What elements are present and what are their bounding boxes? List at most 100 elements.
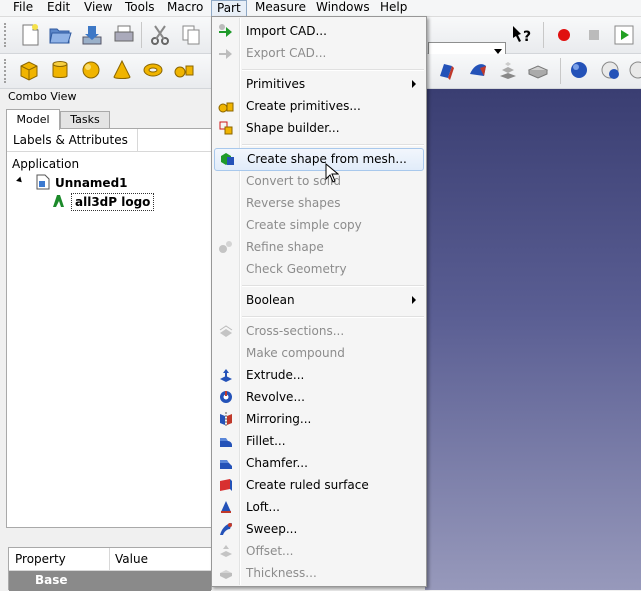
menu-item-create-shape-from-mesh[interactable]: Create shape from mesh... xyxy=(214,148,424,171)
extrude-toolbar-icon[interactable] xyxy=(434,58,458,82)
tab-tasks[interactable]: Tasks xyxy=(60,111,110,128)
offset-icon xyxy=(220,545,232,557)
toolbar-grip[interactable] xyxy=(4,23,9,47)
menu-separator xyxy=(242,69,424,71)
property-group-base[interactable]: Base xyxy=(9,571,211,591)
thickness-icon xyxy=(220,570,232,579)
open-folder-icon[interactable] xyxy=(48,23,72,47)
menu-item-label: Extrude... xyxy=(246,368,305,382)
shape-from-mesh-icon xyxy=(221,153,234,165)
menu-item-loft[interactable]: Loft... xyxy=(212,496,426,518)
menu-item-reverse-shapes[interactable]: Reverse shapes xyxy=(212,192,426,214)
menu-item-create-ruled-surface[interactable]: Create ruled surface xyxy=(212,474,426,496)
header-divider xyxy=(109,548,110,570)
cylinder-icon[interactable] xyxy=(48,58,72,82)
menu-view[interactable]: View xyxy=(79,0,117,16)
model-tree[interactable]: Labels & Attributes Application Unnamed1… xyxy=(6,128,212,528)
sphere-icon[interactable] xyxy=(79,58,103,82)
menu-item-export-cad[interactable]: Export CAD... xyxy=(212,42,426,64)
menu-help[interactable]: Help xyxy=(375,0,412,16)
menu-tools[interactable]: Tools xyxy=(120,0,160,16)
menu-item-label: Loft... xyxy=(246,500,280,514)
menu-item-check-geometry[interactable]: Check Geometry xyxy=(212,258,426,280)
menu-item-shape-builder[interactable]: Shape builder... xyxy=(212,117,426,139)
cross-sections-icon xyxy=(219,325,233,337)
boolean-fuse-icon[interactable] xyxy=(598,58,622,82)
menu-item-primitives[interactable]: Primitives xyxy=(212,73,426,95)
menu-measure[interactable]: Measure xyxy=(250,0,311,16)
mirroring-icon xyxy=(220,412,232,426)
new-document-icon[interactable] xyxy=(18,23,42,47)
mouse-cursor-icon xyxy=(325,163,339,183)
boolean-common-icon[interactable] xyxy=(624,58,641,82)
menu-item-label: Chamfer... xyxy=(246,456,308,470)
submenu-arrow-icon xyxy=(412,80,416,88)
menu-item-offset[interactable]: Offset... xyxy=(212,540,426,562)
menu-item-revolve[interactable]: Revolve... xyxy=(212,386,426,408)
menu-item-label: Create primitives... xyxy=(246,99,361,113)
shell-toolbar-icon[interactable] xyxy=(526,58,550,82)
save-icon[interactable] xyxy=(80,23,104,47)
document-icon xyxy=(36,174,50,190)
menu-item-label: Primitives xyxy=(246,77,306,91)
menu-item-label: Sweep... xyxy=(246,522,298,536)
menu-item-create-simple-copy[interactable]: Create simple copy xyxy=(212,214,426,236)
menu-item-refine-shape[interactable]: Refine shape xyxy=(212,236,426,258)
menu-item-label: Export CAD... xyxy=(246,46,327,60)
export-cad-icon xyxy=(219,49,232,59)
tree-header: Labels & Attributes xyxy=(7,129,211,152)
whats-this-icon[interactable]: ? xyxy=(510,23,534,47)
combo-view-tabs: Model Tasks xyxy=(0,109,212,130)
property-header: Property Value xyxy=(9,548,211,571)
sweep-icon xyxy=(220,523,232,535)
toolbar-grip[interactable] xyxy=(4,59,9,83)
menu-item-label: Boolean xyxy=(246,293,295,307)
menu-item-label: Fillet... xyxy=(246,434,286,448)
3d-view[interactable] xyxy=(425,89,641,590)
menu-item-boolean[interactable]: Boolean xyxy=(212,289,426,311)
part-menu-dropdown: Import CAD... Export CAD... Primitives C… xyxy=(211,16,427,587)
menu-item-fillet[interactable]: Fillet... xyxy=(212,430,426,452)
cone-icon[interactable] xyxy=(110,58,134,82)
print-icon[interactable] xyxy=(112,23,136,47)
menu-macro[interactable]: Macro xyxy=(162,0,208,16)
copy-icon[interactable] xyxy=(179,23,203,47)
menu-item-sweep[interactable]: Sweep... xyxy=(212,518,426,540)
record-macro-icon[interactable] xyxy=(552,23,576,47)
menu-item-import-cad[interactable]: Import CAD... xyxy=(212,20,426,42)
menu-item-thickness[interactable]: Thickness... xyxy=(212,562,426,584)
expand-arrow-icon[interactable] xyxy=(16,176,24,185)
toolbar-separator xyxy=(543,22,544,48)
header-divider xyxy=(137,129,138,151)
menu-item-convert-to-solid[interactable]: Convert to solid xyxy=(212,170,426,192)
menu-item-extrude[interactable]: Extrude... xyxy=(212,364,426,386)
cube-icon[interactable] xyxy=(17,58,41,82)
chamfer-icon xyxy=(220,460,232,469)
menu-item-create-primitives[interactable]: Create primitives... xyxy=(212,95,426,117)
menu-part[interactable]: Part xyxy=(211,0,247,16)
menu-item-label: Thickness... xyxy=(246,566,317,580)
menu-item-label: Shape builder... xyxy=(246,121,340,135)
loft-icon xyxy=(221,501,231,513)
menu-edit[interactable]: Edit xyxy=(42,0,75,16)
primitives-icon[interactable] xyxy=(172,58,196,82)
combo-view-title: Combo View xyxy=(8,90,77,103)
revolve-toolbar-icon[interactable] xyxy=(466,58,490,82)
boolean-cut-icon[interactable] xyxy=(568,58,592,82)
menu-item-chamfer[interactable]: Chamfer... xyxy=(212,452,426,474)
execute-macro-icon[interactable] xyxy=(612,23,636,47)
property-view[interactable]: Property Value Base xyxy=(8,547,212,591)
torus-icon[interactable] xyxy=(141,58,165,82)
menu-windows[interactable]: Windows xyxy=(311,0,375,16)
menu-item-mirroring[interactable]: Mirroring... xyxy=(212,408,426,430)
loft-toolbar-icon[interactable] xyxy=(496,58,520,82)
tree-root: Application xyxy=(12,157,80,171)
menu-file[interactable]: File xyxy=(8,0,38,16)
tab-model[interactable]: Model xyxy=(6,109,60,130)
ruled-surface-icon xyxy=(220,479,232,491)
toolbar-separator xyxy=(560,58,561,84)
menu-item-cross-sections[interactable]: Cross-sections... xyxy=(212,320,426,342)
cut-icon[interactable] xyxy=(148,23,172,47)
menu-item-make-compound[interactable]: Make compound xyxy=(212,342,426,364)
stop-macro-icon[interactable] xyxy=(582,23,606,47)
